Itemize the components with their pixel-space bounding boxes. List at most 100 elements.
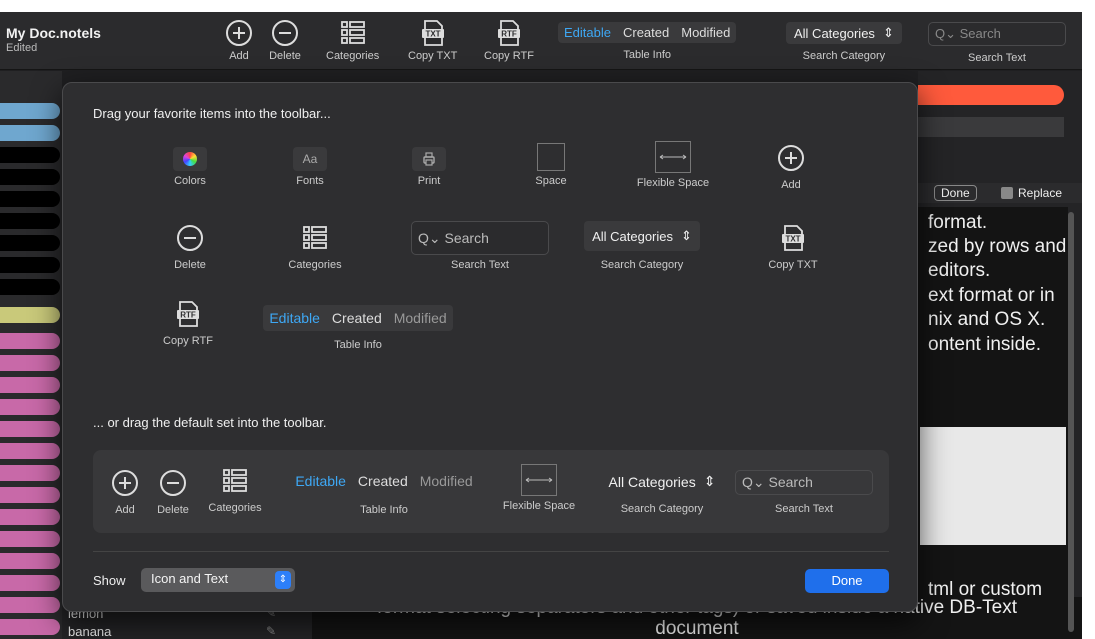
plus-circle-icon: [774, 141, 808, 175]
svg-text:RTF: RTF: [180, 311, 196, 320]
pencil-icon[interactable]: ✎: [266, 624, 276, 638]
list-item[interactable]: banana: [68, 624, 111, 639]
default-search-placeholder: Search: [768, 474, 813, 490]
palette-add-label: Add: [781, 179, 801, 191]
toolbar: My Doc.notels Edited Add Delete Categori…: [0, 12, 1082, 70]
categories-list-icon: [298, 221, 332, 255]
segment-editable[interactable]: Editable: [558, 22, 617, 43]
txt-file-icon: TXT: [416, 16, 450, 50]
document-status: Edited: [6, 42, 38, 54]
default-add: Add: [107, 466, 143, 516]
done-button[interactable]: Done: [805, 569, 889, 593]
palette-search-text[interactable]: Q⌄ Search Search Text: [411, 221, 549, 271]
toolbar-categories-button[interactable]: Categories: [326, 16, 379, 62]
search-icon: Q⌄: [418, 230, 441, 246]
gray-field-bar: [918, 117, 1064, 137]
categories-list-icon: [336, 16, 370, 50]
palette-categories[interactable]: Categories: [285, 221, 345, 271]
toolbar-copy-txt-button[interactable]: TXT Copy TXT: [408, 16, 457, 62]
toolbar-delete-button[interactable]: Delete: [268, 16, 302, 62]
find-done-button[interactable]: Done: [934, 185, 977, 201]
category-chip[interactable]: [0, 619, 60, 635]
category-chip[interactable]: [0, 465, 60, 481]
category-chip[interactable]: [0, 147, 60, 163]
category-chip[interactable]: [0, 509, 60, 525]
search-input[interactable]: Q⌄ Search: [928, 22, 1066, 46]
palette-table-info[interactable]: Editable Created Modified Table Info: [253, 305, 463, 351]
category-chip[interactable]: [0, 597, 60, 613]
category-chip[interactable]: [0, 307, 60, 323]
category-chip[interactable]: [0, 213, 60, 229]
toolbar-search-category-label: Search Category: [802, 50, 886, 62]
orange-category-bar: [918, 85, 1064, 105]
palette-copy-txt-label: Copy TXT: [768, 259, 818, 271]
search-category-popup[interactable]: All Categories ⇕: [786, 22, 902, 44]
palette-flexible-space-label: Flexible Space: [636, 177, 710, 189]
category-chip[interactable]: [0, 553, 60, 569]
default-flexible-space-label: Flexible Space: [502, 500, 576, 512]
color-wheel-icon: [173, 147, 207, 171]
text-editor[interactable]: format. zed by rows and editors. ext for…: [918, 207, 1068, 639]
palette-space-label: Space: [535, 175, 567, 187]
toolbar-copy-rtf-button[interactable]: RTF Copy RTF: [484, 16, 534, 62]
category-chip[interactable]: [0, 531, 60, 547]
category-sidebar: [0, 71, 62, 639]
minus-circle-icon: [156, 466, 190, 500]
palette-copy-rtf[interactable]: RTF Copy RTF: [158, 297, 218, 347]
text-line: format.: [928, 212, 988, 233]
find-bar: Done Replace: [918, 183, 1082, 203]
table-info-segmented-preview: Editable Created Modified: [263, 305, 453, 331]
palette-colors-label: Colors: [174, 175, 206, 187]
palette-colors[interactable]: Colors: [172, 147, 208, 187]
segment-modified: Modified: [419, 473, 473, 489]
segment-created: Created: [357, 473, 408, 489]
segment-editable: Editable: [269, 310, 320, 326]
palette-search-category-value: All Categories: [592, 228, 674, 244]
category-chip[interactable]: [0, 399, 60, 415]
replace-checkbox[interactable]: [1001, 187, 1013, 199]
scrollbar[interactable]: [1068, 212, 1074, 632]
sheet-heading: Drag your favorite items into the toolba…: [93, 106, 331, 121]
category-chip[interactable]: [0, 257, 60, 273]
category-chip[interactable]: [0, 487, 60, 503]
category-chip[interactable]: [0, 575, 60, 591]
category-chip[interactable]: [0, 421, 60, 437]
show-label: Show: [93, 573, 126, 588]
category-chip[interactable]: [0, 377, 60, 393]
toolbar-search-category: All Categories ⇕ Search Category: [786, 22, 902, 62]
palette-print[interactable]: Print: [411, 147, 447, 187]
customize-toolbar-sheet: Drag your favorite items into the toolba…: [62, 82, 918, 612]
toolbar-add-button[interactable]: Add: [222, 16, 256, 62]
category-chip[interactable]: [0, 333, 60, 349]
palette-add[interactable]: Add: [773, 141, 809, 191]
category-chip[interactable]: [0, 125, 60, 141]
segment-modified[interactable]: Modified: [675, 22, 736, 43]
palette-fonts[interactable]: Aa Fonts: [292, 147, 328, 187]
category-chip[interactable]: [0, 279, 60, 295]
default-search-field: Q⌄ Search: [735, 470, 873, 495]
segment-created[interactable]: Created: [617, 22, 675, 43]
category-chip[interactable]: [0, 169, 60, 185]
palette-space[interactable]: Space: [534, 143, 568, 187]
category-chip[interactable]: [0, 235, 60, 251]
toolbar-copy-rtf-label: Copy RTF: [484, 50, 534, 62]
updown-chevron-icon: ⇕: [681, 228, 692, 243]
search-placeholder: Search: [959, 26, 1001, 41]
palette-search-category[interactable]: All Categories ⇕ Search Category: [577, 221, 707, 271]
updown-chevron-icon: ⇕: [703, 473, 716, 489]
text-line: ext format or in: [928, 285, 1055, 306]
category-chip[interactable]: [0, 355, 60, 371]
category-chip[interactable]: [0, 103, 60, 119]
show-popup[interactable]: Icon and Text ⇕: [141, 568, 295, 592]
document-title: My Doc.notels: [6, 25, 101, 41]
palette-flexible-space[interactable]: Flexible Space: [623, 141, 723, 189]
palette-copy-txt[interactable]: TXT Copy TXT: [763, 221, 823, 271]
category-chip[interactable]: [0, 443, 60, 459]
palette-delete[interactable]: Delete: [168, 221, 212, 271]
palette-search-text-label: Search Text: [451, 259, 509, 271]
category-chip[interactable]: [0, 191, 60, 207]
default-toolbar-set[interactable]: Add Delete Categories Editable Created M…: [93, 450, 889, 533]
plus-circle-icon: [108, 466, 142, 500]
palette-copy-rtf-label: Copy RTF: [163, 335, 213, 347]
fonts-icon: Aa: [293, 147, 327, 171]
